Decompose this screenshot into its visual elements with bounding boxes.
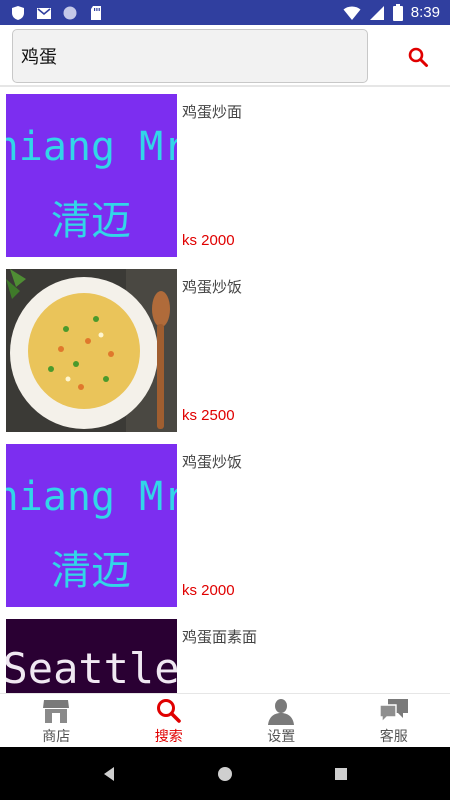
item-name: 鸡蛋炒饭 (182, 453, 243, 471)
product-image (6, 269, 177, 432)
list-item[interactable]: Chiang Mrt 清迈 鸡蛋炒饭 ks 2000 (0, 442, 450, 610)
item-name: 鸡蛋面素面 (182, 628, 258, 646)
system-nav-bar (0, 747, 450, 800)
search-icon (156, 699, 181, 723)
product-image: Chiang Mrt 清迈 (6, 94, 177, 257)
nav-label: 客服 (379, 729, 408, 745)
app-screen: 8:39 鸡蛋 Chiang Mrt 清迈 鸡蛋炒面 ks 2000 (0, 0, 450, 800)
list-item[interactable]: Chiang Mrt 清迈 鸡蛋炒面 ks 2000 (0, 92, 450, 260)
nav-label: 商店 (42, 729, 71, 745)
nav-item-search[interactable]: 搜索 (113, 694, 226, 747)
nav-label: 设置 (267, 729, 296, 745)
sd-card-icon (91, 5, 101, 20)
list-item[interactable]: 鸡蛋炒饭 ks 2500 (0, 267, 450, 435)
item-price: ks 2000 (182, 582, 235, 599)
gmail-icon (37, 7, 51, 19)
status-time: 8:39 (410, 4, 440, 21)
thumb-text-line1: Chiang Mrt (6, 474, 177, 520)
back-icon[interactable] (101, 766, 117, 782)
item-price: ks 2500 (182, 407, 235, 424)
product-image: Seattle (6, 619, 177, 693)
thumb-text-line2: 清迈 (51, 548, 131, 594)
status-bar: 8:39 (0, 0, 450, 25)
list-item[interactable]: Seattle 鸡蛋面素面 (0, 617, 450, 693)
search-header: 鸡蛋 (0, 25, 450, 87)
bottom-nav: 商店 搜索 设置 客服 (0, 693, 450, 747)
item-name: 鸡蛋炒面 (182, 103, 243, 121)
battery-icon (392, 4, 403, 21)
shield-icon (12, 5, 24, 20)
store-icon (43, 700, 70, 723)
wifi-icon (343, 6, 361, 20)
chat-icon (379, 699, 408, 724)
search-icon (408, 47, 428, 67)
circle-notification-icon (63, 6, 77, 19)
search-input[interactable]: 鸡蛋 (12, 29, 368, 83)
item-name: 鸡蛋炒饭 (182, 278, 243, 296)
signal-icon (369, 5, 384, 20)
thumb-text-line1: Seattle (6, 644, 177, 693)
thumb-text-line2: 清迈 (51, 198, 131, 244)
nav-item-settings[interactable]: 设置 (225, 694, 338, 747)
product-image: Chiang Mrt 清迈 (6, 444, 177, 607)
nav-item-store[interactable]: 商店 (0, 694, 113, 747)
nav-label: 搜索 (154, 729, 183, 745)
user-icon (268, 699, 295, 725)
nav-item-support[interactable]: 客服 (338, 694, 450, 747)
item-price: ks 2000 (182, 232, 235, 249)
result-list: Chiang Mrt 清迈 鸡蛋炒面 ks 2000 (0, 92, 450, 693)
home-icon[interactable] (217, 766, 233, 782)
recents-icon[interactable] (333, 766, 349, 782)
search-button[interactable] (396, 37, 440, 77)
thumb-text-line1: Chiang Mrt (6, 124, 177, 170)
